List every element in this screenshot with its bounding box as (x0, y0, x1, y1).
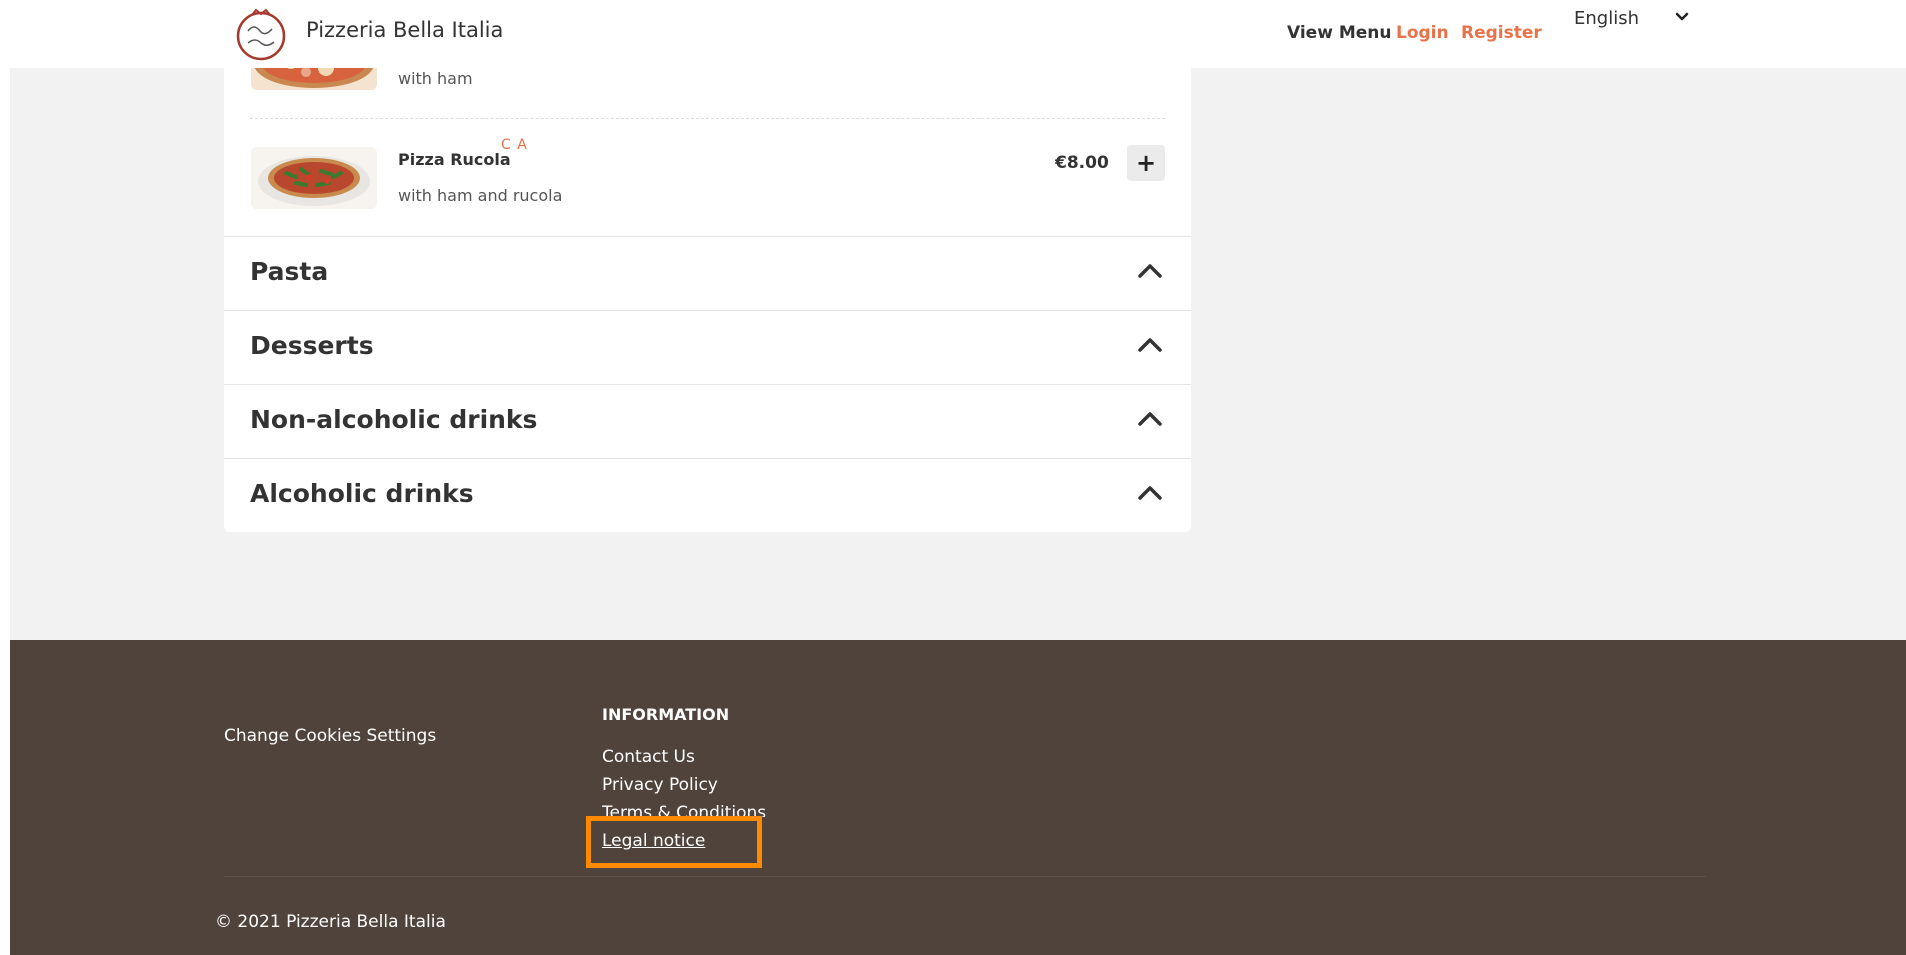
item-separator (250, 118, 1165, 119)
category-title: Desserts (250, 331, 374, 360)
item-price: €8.00 (1055, 153, 1109, 173)
nav-login[interactable]: Login (1396, 23, 1449, 43)
category-title: Alcoholic drinks (250, 479, 474, 508)
chevron-up-icon[interactable] (1137, 335, 1163, 355)
item-description: with ham and rucola (398, 186, 563, 205)
category-pasta[interactable]: Pasta (224, 236, 1191, 311)
privacy-policy-link[interactable]: Privacy Policy (602, 775, 718, 795)
category-title: Non-alcoholic drinks (250, 405, 538, 434)
information-heading: INFORMATION (602, 705, 730, 724)
language-select[interactable]: English (1574, 8, 1639, 29)
brand-logo[interactable] (234, 7, 288, 61)
chevron-up-icon[interactable] (1137, 409, 1163, 429)
chevron-down-icon[interactable] (1674, 8, 1690, 24)
contact-us-link[interactable]: Contact Us (602, 747, 695, 767)
terms-conditions-link[interactable]: Terms & Conditions (602, 803, 766, 817)
pizza-rucola-image (251, 147, 377, 209)
change-cookies-settings-link[interactable]: Change Cookies Settings (224, 726, 436, 746)
nav-view-menu[interactable]: View Menu (1287, 23, 1392, 43)
add-to-cart-button[interactable]: + (1127, 145, 1165, 181)
legal-notice-highlight (586, 816, 762, 868)
brand-name[interactable]: Pizzeria Bella Italia (306, 18, 503, 42)
category-alcoholic-drinks[interactable]: Alcoholic drinks (224, 458, 1191, 533)
allergen-tags: C A (501, 137, 528, 153)
item-description: with ham (398, 69, 473, 88)
chevron-up-icon[interactable] (1137, 261, 1163, 281)
footer: Change Cookies Settings INFORMATION Cont… (10, 640, 1906, 955)
nav-register[interactable]: Register (1461, 23, 1542, 43)
chevron-up-icon[interactable] (1137, 483, 1163, 503)
copyright: © 2021 Pizzeria Bella Italia (215, 912, 446, 932)
category-desserts[interactable]: Desserts (224, 310, 1191, 385)
item-name[interactable]: Pizza Rucola (398, 150, 511, 169)
menu-card: with ham Pizza Rucola C A with ham and r… (224, 0, 1191, 532)
footer-divider (224, 876, 1706, 877)
category-title: Pasta (250, 257, 329, 286)
category-non-alcoholic-drinks[interactable]: Non-alcoholic drinks (224, 384, 1191, 459)
top-navbar: Pizzeria Bella Italia View Menu Login Re… (0, 0, 1906, 68)
